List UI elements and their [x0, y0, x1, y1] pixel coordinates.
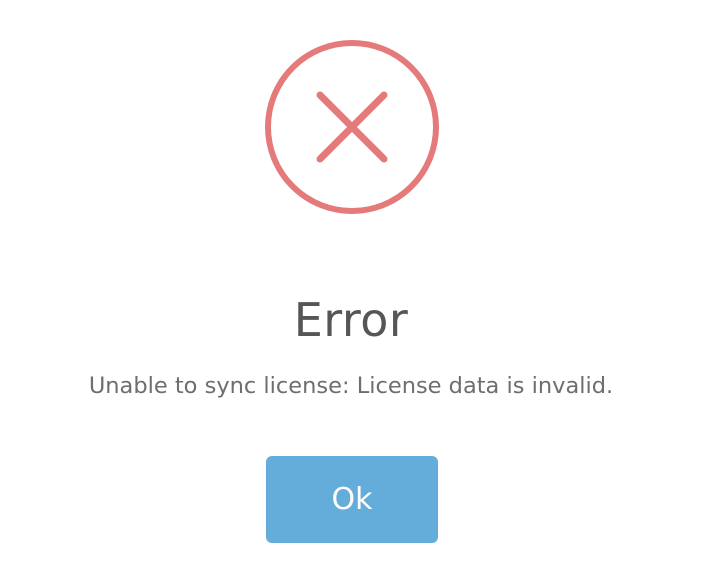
dialog-title: Error [293, 293, 409, 347]
error-x-circle-icon [265, 40, 439, 214]
error-dialog: Error Unable to sync license: License da… [0, 0, 702, 566]
dialog-message: Unable to sync license: License data is … [88, 373, 614, 399]
ok-button[interactable]: Ok [266, 456, 438, 543]
